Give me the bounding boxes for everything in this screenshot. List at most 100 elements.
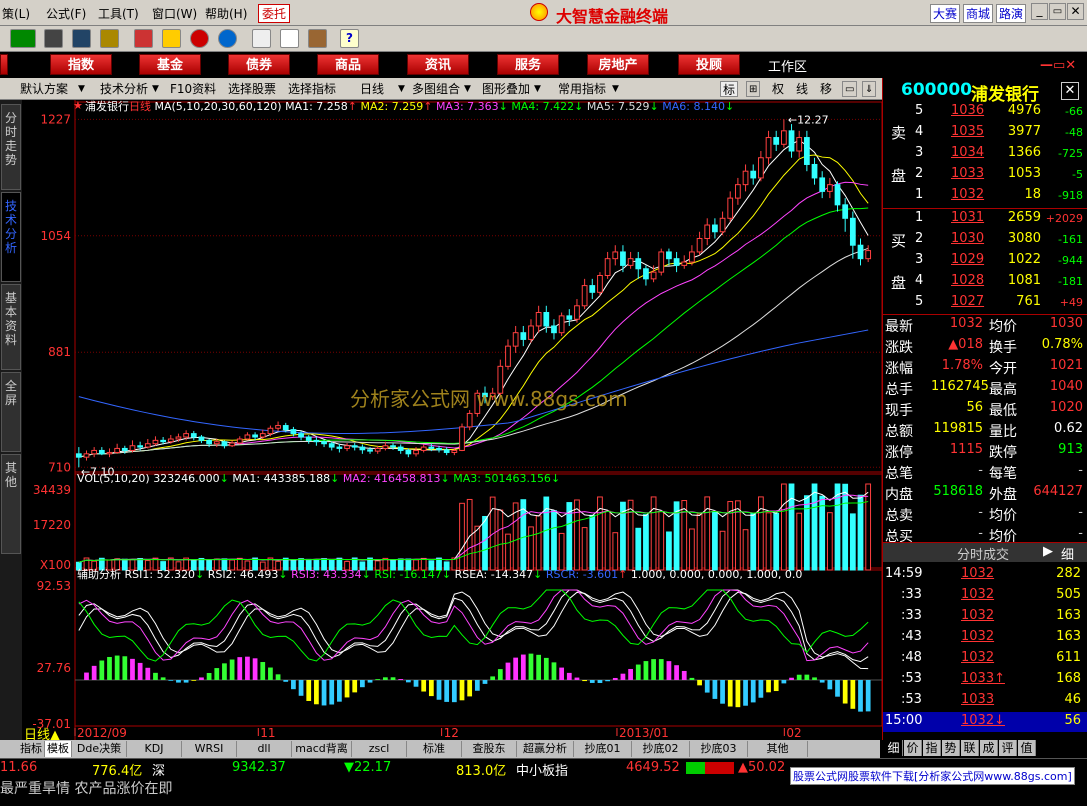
buy-level: 4 [915, 273, 924, 288]
candle-body [451, 449, 458, 453]
panel-toggle-icon[interactable]: ▭ [842, 81, 858, 97]
overlay-button[interactable]: 图形叠加 [480, 81, 532, 97]
legend-arrow: ↑ [423, 100, 436, 113]
indicator-tab[interactable]: 抄底01 [574, 741, 632, 757]
link-shangcheng[interactable]: 商城 [963, 4, 994, 23]
menu-item-ce[interactable]: 策(L) [2, 5, 30, 22]
rights-button[interactable]: 权 [770, 81, 786, 97]
category-button[interactable]: 指数 [50, 54, 112, 75]
flag-icon[interactable] [10, 29, 36, 48]
stock-chart[interactable]: 12271054881710←12.27←7.10★ 浦发银行日线 MA(5,10… [22, 99, 883, 743]
panel-tab[interactable]: 价 [904, 740, 922, 756]
indicator-tab[interactable]: 抄底03 [690, 741, 748, 757]
indicator-bar [735, 680, 741, 708]
binoculars-icon[interactable] [72, 29, 91, 48]
indicator-tab[interactable]: 查股东 [462, 741, 517, 757]
category-button[interactable]: 基金 [139, 54, 201, 75]
indicator-bar [298, 680, 304, 696]
collapse-icon[interactable]: ⇓ [862, 81, 877, 97]
category-button[interactable]: 投顾 [678, 54, 740, 75]
news-text[interactable]: 最严重旱情 农产品涨价在即 [0, 778, 172, 798]
tab-fundamental[interactable]: 基本资料 [1, 284, 21, 370]
panel-tab[interactable]: 值 [1018, 740, 1036, 756]
tab-intraday[interactable]: 分时走势 [1, 104, 21, 190]
indicator-bar [804, 674, 810, 680]
category-button[interactable]: 债券 [228, 54, 290, 75]
volume-bar [535, 515, 542, 571]
ad-link[interactable]: 股票公式网股票软件下载[分析家公式网www.88gs.com] [790, 767, 1075, 785]
maximize-button[interactable]: ▭ [1049, 3, 1066, 20]
tab-other[interactable]: 其他 [1, 454, 21, 554]
close-button[interactable]: ✕ [1067, 3, 1084, 20]
link-dasai[interactable]: 大赛 [930, 4, 961, 23]
tab-technical[interactable]: 技术分析 [1, 192, 21, 282]
panel-tab[interactable]: 评 [999, 740, 1017, 756]
indicator-tab[interactable]: WRSI [182, 741, 237, 757]
panel-tab[interactable]: 联 [961, 740, 979, 756]
panel-tab[interactable]: 指 [923, 740, 941, 756]
minimize-button[interactable]: _ [1031, 3, 1048, 20]
indicator-tab[interactable]: dll [237, 741, 292, 757]
grid-icon[interactable] [44, 29, 63, 48]
ticks-detail-button[interactable]: 细 [1061, 544, 1074, 563]
menu-item-help[interactable]: 帮助(H) [205, 5, 247, 22]
menu-item-formula[interactable]: 公式(F) [46, 5, 86, 22]
tab-fullscreen[interactable]: 全屏 [1, 372, 21, 452]
panel-tab[interactable]: 势 [942, 740, 960, 756]
menu-item-window[interactable]: 窗口(W) [152, 5, 197, 22]
legend-item: RSEA: -14.347 [455, 568, 534, 581]
indicator-bar [789, 677, 794, 680]
chart-icon[interactable] [134, 29, 153, 48]
books-icon[interactable] [308, 29, 327, 48]
sell-volume: 4976 [1007, 103, 1041, 118]
line-button[interactable]: 线 [794, 81, 810, 97]
tech-analysis-button[interactable]: 技术分析 [98, 81, 150, 97]
category-button[interactable]: 服务 [497, 54, 559, 75]
indicator-tab[interactable]: 指标 [18, 741, 45, 757]
window-icon[interactable] [280, 29, 299, 48]
common-indicator-button[interactable]: 常用指标 [556, 81, 608, 97]
help-cursor-icon[interactable]: ? [340, 29, 359, 48]
candle-body [597, 274, 603, 293]
panel-tab[interactable]: 成 [980, 740, 998, 756]
indicator-tab[interactable]: Dde决策 [72, 741, 127, 757]
period-button[interactable]: 日线 [358, 81, 386, 97]
candle-body [198, 436, 205, 441]
close-quote-icon[interactable]: ✕ [1061, 82, 1079, 100]
chart-area[interactable]: 1227 1054 881 710 ←12.27 ←7.10 ★ 浦发银行日线 MA(5,10… [22, 99, 883, 743]
window-controls-icon[interactable]: —▭✕ [1040, 58, 1076, 73]
indicator-tab[interactable]: 抄底02 [632, 741, 690, 757]
ticks-play-icon[interactable]: ▶ [1043, 544, 1053, 559]
indicator-tab[interactable]: 其他 [748, 741, 808, 757]
legend-item: MA1: 7.258 [285, 100, 348, 113]
move-button[interactable]: 移 [818, 81, 834, 97]
f10-button[interactable]: F10资料 [168, 81, 218, 97]
candle-body [397, 446, 404, 451]
ma-line-60 [78, 247, 869, 458]
indicator-tab[interactable]: 模板 [45, 741, 72, 757]
panel-tab[interactable]: 细 [885, 740, 903, 756]
category-button[interactable]: 资讯 [407, 54, 469, 75]
tools-icon[interactable] [100, 29, 119, 48]
stock-icon[interactable] [190, 29, 209, 48]
weituo-button[interactable]: 委托 [258, 4, 291, 23]
mark-button[interactable]: 标 [720, 81, 739, 97]
indicator-tab[interactable]: 超赢分析 [517, 741, 574, 757]
select-stock-button[interactable]: 选择股票 [226, 81, 278, 97]
crosshair-button[interactable]: ⊞ [746, 81, 761, 97]
category-button[interactable]: 房地产 [587, 54, 649, 75]
diamond-icon[interactable] [162, 29, 181, 48]
multi-chart-button[interactable]: 多图组合 [410, 81, 462, 97]
category-button[interactable] [0, 54, 8, 75]
scheme-button[interactable]: 默认方案 [18, 81, 70, 97]
info-icon[interactable] [218, 29, 237, 48]
indicator-tab[interactable]: macd背离 [292, 741, 352, 757]
category-button[interactable]: 商品 [317, 54, 379, 75]
menu-item-tools[interactable]: 工具(T) [98, 5, 139, 22]
link-luyan[interactable]: 路演 [996, 4, 1027, 23]
select-indicator-button[interactable]: 选择指标 [286, 81, 338, 97]
note-icon[interactable] [252, 29, 271, 48]
indicator-tab[interactable]: KDJ [127, 741, 182, 757]
indicator-tab[interactable]: zscl [352, 741, 407, 757]
indicator-tab[interactable]: 标准 [407, 741, 462, 757]
